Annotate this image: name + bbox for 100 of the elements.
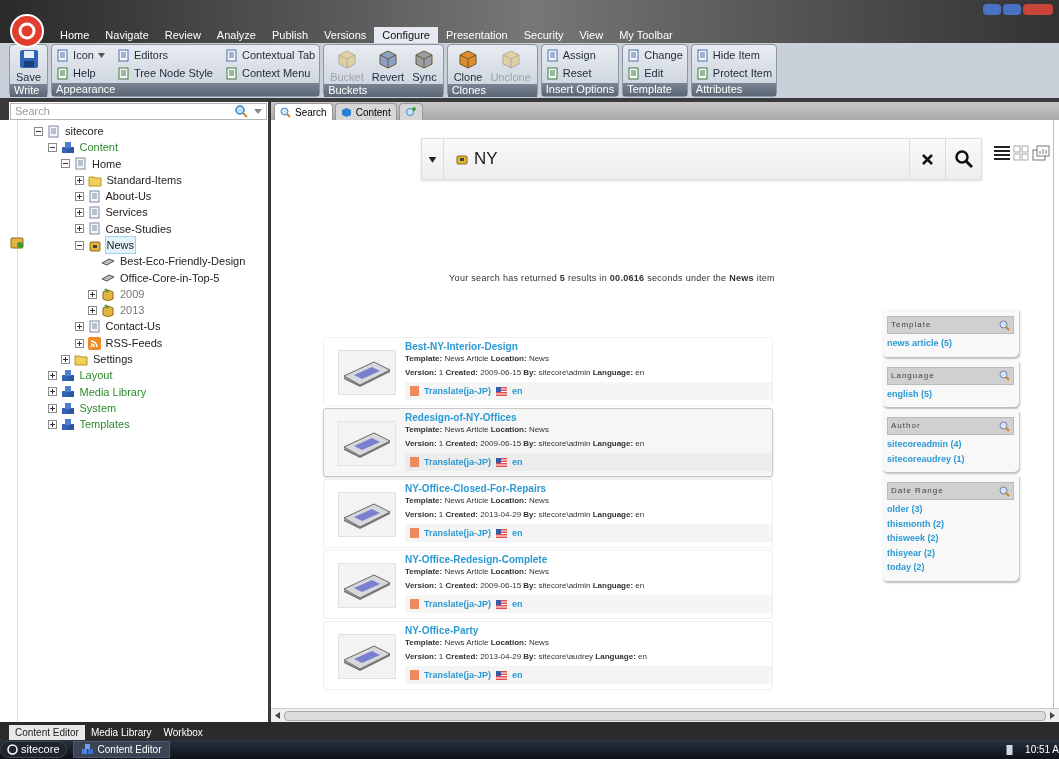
expand-icon[interactable]	[74, 208, 84, 218]
ribbon-tab[interactable]: Security	[515, 27, 572, 43]
package-icon	[457, 48, 480, 70]
expand-icon[interactable]	[47, 371, 57, 381]
expand-icon[interactable]	[88, 289, 97, 299]
ribbon-tab[interactable]: Navigate	[97, 27, 157, 43]
group-label: Buckets	[324, 84, 443, 97]
tree-item[interactable]: About-Us	[104, 188, 153, 205]
ribbon-button[interactable]: Hide Item	[695, 48, 773, 63]
ribbon-tab[interactable]: Presentation	[437, 27, 516, 43]
tree-item[interactable]: Services	[104, 204, 149, 221]
expand-icon[interactable]	[61, 354, 70, 364]
ribbon-tab[interactable]: My Toolbar	[611, 27, 681, 43]
save-icon	[17, 48, 40, 70]
collapse-icon[interactable]	[74, 240, 84, 250]
search-summary: Your search has returned 5 results in 00.0616 seconds under the News item	[449, 271, 775, 285]
ribbon-button[interactable]: Edit	[627, 66, 683, 81]
bucket-icon	[456, 153, 468, 165]
ribbon-tab[interactable]: Versions	[316, 27, 375, 43]
ribbon-button[interactable]: Assign	[545, 48, 596, 63]
editor-tab[interactable]	[398, 103, 423, 120]
ribbon-tab[interactable]: Home	[52, 27, 98, 43]
expand-icon[interactable]	[74, 322, 84, 332]
expand-icon[interactable]	[74, 338, 84, 348]
expand-icon[interactable]	[74, 175, 84, 185]
group-label: Template	[623, 83, 687, 96]
expand-icon[interactable]	[74, 191, 84, 201]
search-icon[interactable]	[999, 420, 1010, 432]
expand-icon[interactable]	[47, 403, 57, 413]
tree-item[interactable]: Case-Studies	[104, 220, 173, 238]
collapse-icon[interactable]	[61, 159, 70, 169]
tree-item[interactable]: sitecore	[64, 122, 105, 140]
ribbon-button[interactable]: Change	[627, 48, 683, 63]
ribbon-button[interactable]: Clone	[451, 48, 485, 84]
tree-item[interactable]: Layout	[78, 367, 114, 384]
search-icon[interactable]	[999, 485, 1010, 497]
group-label: Clones	[447, 84, 537, 97]
collapse-icon[interactable]	[47, 142, 57, 152]
start-button[interactable]: sitecore	[0, 741, 67, 758]
chart-view-icon[interactable]	[1032, 145, 1050, 161]
editor-tab[interactable]: Search	[274, 103, 333, 120]
search-icon	[954, 150, 973, 168]
bottom-tab[interactable]: Workbox	[157, 725, 209, 740]
bottom-tab[interactable]: Media Library	[84, 725, 158, 740]
ribbon-tab[interactable]: View	[571, 27, 612, 43]
list-view-icon[interactable]	[994, 145, 1010, 161]
editor-tab[interactable]: Content	[334, 103, 397, 120]
left-arrow-icon[interactable]	[275, 712, 280, 719]
tree-item[interactable]: Media Library	[78, 383, 148, 401]
ribbon-button[interactable]: Revert	[369, 48, 407, 84]
ribbon-button[interactable]: Tree Node Style	[116, 66, 213, 81]
ribbon-button[interactable]: Help	[56, 66, 105, 81]
expand-icon[interactable]	[74, 224, 84, 234]
ribbon-button[interactable]: Reset	[545, 66, 596, 81]
ribbon-button[interactable]: Icon	[56, 48, 105, 63]
ribbon-tab[interactable]: Publish	[264, 27, 317, 43]
ribbon-button[interactable]: Context Menu	[224, 66, 316, 81]
ribbon-button[interactable]: Save	[14, 48, 44, 84]
ribbon-tab[interactable]: Analyze	[208, 27, 264, 43]
expand-icon[interactable]	[47, 420, 57, 429]
ribbon-tab[interactable]: Configure	[374, 27, 438, 43]
package-icon	[499, 48, 522, 70]
tree-item[interactable]: Office-Core-in-Top-5	[119, 269, 221, 287]
horizontal-scrollbar[interactable]	[271, 708, 1059, 722]
search-input[interactable]: NY	[474, 146, 909, 172]
expand-icon[interactable]	[47, 387, 57, 397]
cubes-icon	[60, 140, 75, 154]
cubes-icon	[60, 369, 75, 383]
tree-item[interactable]: System	[78, 399, 118, 417]
search-add-icon	[404, 106, 417, 118]
tree-item[interactable]: Standard-Items	[105, 171, 183, 189]
tree-item[interactable]: News	[105, 237, 135, 254]
ribbon-button[interactable]: Editors	[116, 48, 213, 63]
caret-icon	[97, 53, 105, 58]
tree-item[interactable]: Content	[78, 139, 120, 156]
taskbar-button[interactable]: Content Editor	[72, 741, 171, 758]
ribbon-button[interactable]: Contextual Tab	[224, 48, 316, 63]
tree-item[interactable]: Best-Eco-Friendly-Design	[119, 253, 247, 270]
collapse-icon[interactable]	[34, 126, 43, 136]
tree-item[interactable]: 2009	[119, 285, 146, 303]
folder-icon	[87, 173, 102, 187]
search-icon[interactable]	[235, 105, 248, 118]
search-icon[interactable]	[999, 319, 1010, 331]
ribbon-button[interactable]: Sync	[410, 48, 439, 84]
right-arrow-icon[interactable]	[1050, 712, 1055, 719]
page-icon	[87, 206, 101, 220]
tree-item[interactable]: 2013	[119, 302, 146, 319]
tree-item[interactable]: Templates	[78, 416, 131, 433]
box-icon	[101, 303, 115, 317]
ribbon-tab[interactable]: Review	[156, 27, 209, 43]
expand-icon[interactable]	[88, 305, 97, 315]
tree-item[interactable]: Home	[91, 155, 123, 172]
search-icon[interactable]	[999, 370, 1010, 381]
box-icon[interactable]	[10, 235, 24, 249]
bottom-tab[interactable]: Content Editor	[9, 725, 85, 740]
search-bar[interactable]: NY	[421, 138, 982, 180]
tree-item[interactable]: Contact-Us	[104, 318, 162, 335]
tree-item[interactable]: Settings	[92, 351, 134, 368]
tree-item[interactable]: RSS-Feeds	[104, 334, 164, 352]
ribbon-button[interactable]: Protect Item	[695, 66, 773, 81]
